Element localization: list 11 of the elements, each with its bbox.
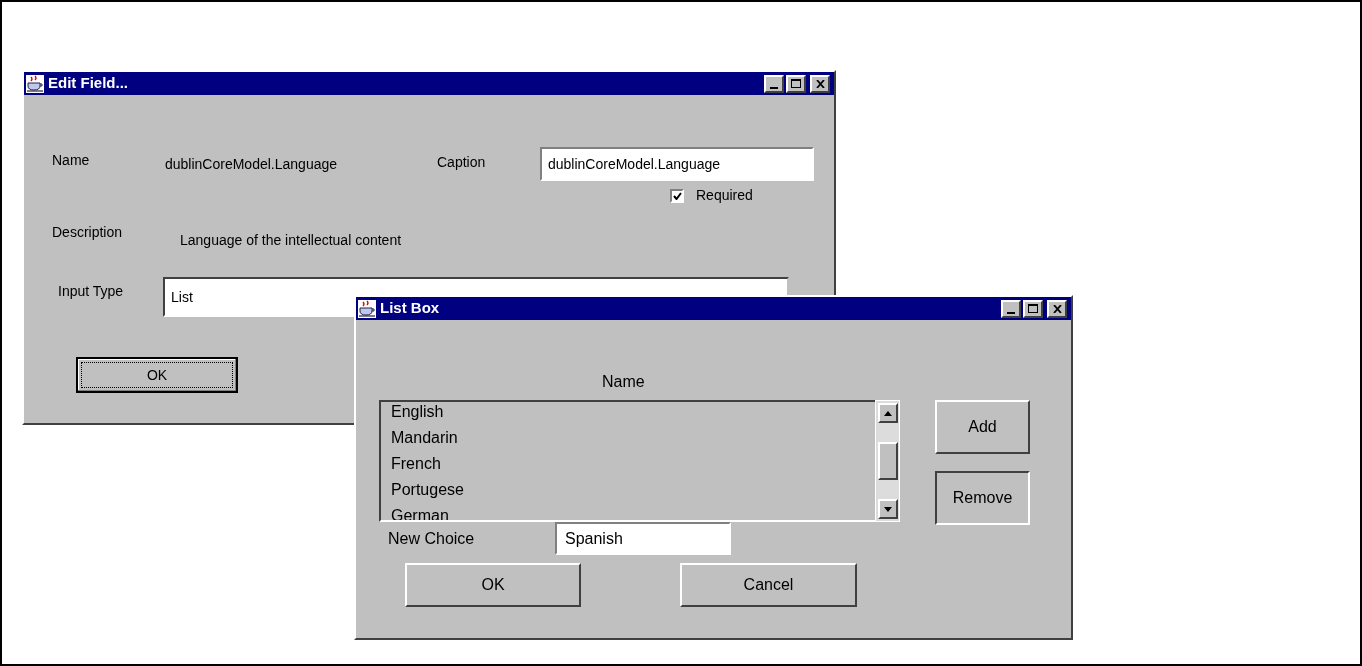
description-label: Description [52, 223, 124, 242]
new-choice-label: New Choice [388, 528, 476, 549]
window-title: List Box [380, 298, 441, 319]
name-heading: Name [602, 372, 645, 392]
description-value: Language of the intellectual content [180, 231, 402, 250]
name-label: Name [52, 150, 91, 170]
required-label: Required [696, 186, 753, 205]
window-title: Edit Field... [48, 73, 129, 94]
input-type-label: Input Type [58, 281, 125, 301]
caption-label: Caption [437, 152, 487, 172]
name-value: dublinCoreModel.Language [165, 154, 339, 174]
